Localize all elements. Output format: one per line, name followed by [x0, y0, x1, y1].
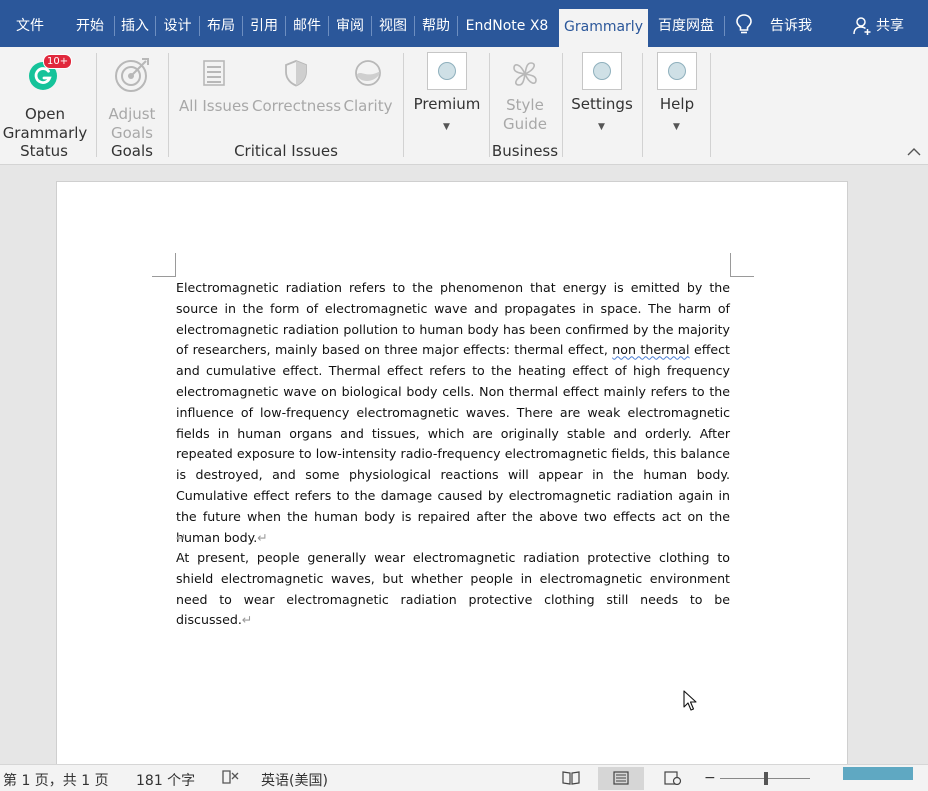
adjust-goals-label: Goals [111, 124, 153, 142]
language-indicator[interactable]: 英语(美国) [261, 770, 328, 790]
page-layout-icon [613, 771, 629, 785]
group-separator [168, 53, 169, 157]
paragraph-mark: ↵ [241, 612, 253, 628]
grammar-flag[interactable]: non thermal [612, 342, 689, 357]
book-icon [562, 771, 580, 785]
word-count[interactable]: 181 个字 [136, 770, 195, 790]
settings-label: Settings [571, 95, 633, 113]
group-label-critical-issues: Critical Issues [234, 142, 338, 160]
style-guide-label: Guide [502, 115, 548, 133]
ribbon: 10+ Open Grammarly Status Adjust Goals G… [0, 47, 928, 165]
group-separator [562, 53, 563, 157]
style-guide-icon [513, 62, 537, 86]
paragraph-mark: ↵ [176, 530, 187, 545]
tab-references[interactable]: 引用 [243, 0, 285, 47]
adjust-goals-button[interactable]: Adjust Goals [100, 55, 164, 142]
group-separator [710, 53, 711, 157]
clarity-icon [355, 60, 381, 86]
proofing-icon[interactable] [222, 769, 240, 789]
open-grammarly-label: Grammarly [2, 124, 88, 142]
status-bar: 第 1 页，共 1 页 181 个字 英语(美国) − [0, 764, 928, 791]
tell-me-button[interactable]: 告诉我 [764, 0, 818, 47]
web-layout-button[interactable] [656, 767, 690, 790]
chevron-down-icon: ▼ [673, 122, 680, 132]
document-paragraph[interactable]: At present, people generally wear electr… [176, 548, 730, 631]
share-button[interactable]: 共享 [872, 0, 908, 47]
grammarly-logo-icon: 10+ [25, 54, 73, 95]
tab-design[interactable]: 设计 [156, 0, 199, 47]
correctness-label: Correctness [252, 97, 342, 115]
help-button[interactable]: Help ▼ [646, 52, 708, 136]
open-grammarly-button[interactable]: 10+ Open Grammarly [2, 54, 88, 142]
tab-help[interactable]: 帮助 [415, 0, 457, 47]
chevron-up-icon [907, 148, 921, 156]
margin-corner-mark [152, 253, 176, 277]
read-mode-button[interactable] [554, 767, 588, 790]
settings-button[interactable]: Settings ▼ [565, 52, 639, 136]
tab-view[interactable]: 视图 [372, 0, 414, 47]
shield-icon [285, 60, 307, 87]
clarity-button[interactable]: Clarity [340, 59, 396, 119]
premium-label: Premium [413, 95, 481, 113]
user-icon [850, 0, 874, 47]
group-label-business: Business [491, 142, 559, 160]
tab-file[interactable]: 文件 [4, 0, 56, 47]
all-issues-label: All Issues [179, 97, 249, 115]
group-separator [403, 53, 404, 157]
collapse-ribbon-button[interactable] [904, 143, 924, 161]
group-label-status: Status [20, 142, 68, 160]
tab-review[interactable]: 审阅 [329, 0, 371, 47]
list-icon [203, 60, 225, 86]
style-guide-label: Style [506, 96, 544, 114]
settings-icon [582, 52, 622, 90]
chevron-down-icon: ▼ [598, 122, 605, 132]
page-count[interactable]: 第 1 页，共 1 页 [3, 770, 109, 790]
mouse-cursor-icon [683, 690, 697, 711]
tab-mailings[interactable]: 邮件 [286, 0, 328, 47]
lightbulb-icon[interactable] [730, 0, 758, 47]
group-separator [642, 53, 643, 157]
zoom-slider-thumb[interactable] [764, 772, 768, 785]
zoom-out-button[interactable]: − [704, 770, 716, 786]
help-icon [657, 52, 697, 90]
style-guide-button[interactable]: Style Guide [492, 59, 558, 141]
target-icon [115, 58, 149, 92]
margin-corner-mark [730, 253, 754, 277]
print-layout-button[interactable] [598, 767, 644, 790]
tab-separator [724, 16, 725, 36]
menu-bar: 文件 开始 插入 设计 布局 引用 邮件 审阅 视图 帮助 EndNote X8… [0, 0, 928, 47]
watermark-overlay [843, 767, 913, 780]
document-paragraph[interactable]: Electromagnetic radiation refers to the … [176, 278, 730, 548]
chevron-down-icon: ▼ [443, 122, 450, 132]
clarity-label: Clarity [343, 97, 393, 115]
tab-home[interactable]: 开始 [66, 0, 114, 47]
open-grammarly-label: Open [24, 105, 66, 123]
tab-layout[interactable]: 布局 [200, 0, 242, 47]
group-separator [96, 53, 97, 157]
tab-baidu-netdisk[interactable]: 百度网盘 [650, 0, 722, 47]
all-issues-button[interactable]: All Issues [176, 59, 252, 119]
group-label-goals: Goals [111, 142, 153, 160]
web-layout-icon [664, 771, 682, 786]
tab-endnote[interactable]: EndNote X8 [458, 0, 556, 47]
correctness-button[interactable]: Correctness [252, 59, 342, 119]
tab-insert[interactable]: 插入 [115, 0, 155, 47]
adjust-goals-label: Adjust [108, 105, 156, 123]
premium-icon [427, 52, 467, 90]
tab-grammarly[interactable]: Grammarly [559, 9, 648, 47]
premium-button[interactable]: Premium ▼ [410, 52, 484, 136]
document-page[interactable]: Electromagnetic radiation refers to the … [56, 181, 848, 771]
notification-badge: 10+ [43, 54, 73, 69]
help-label: Help [659, 95, 695, 113]
